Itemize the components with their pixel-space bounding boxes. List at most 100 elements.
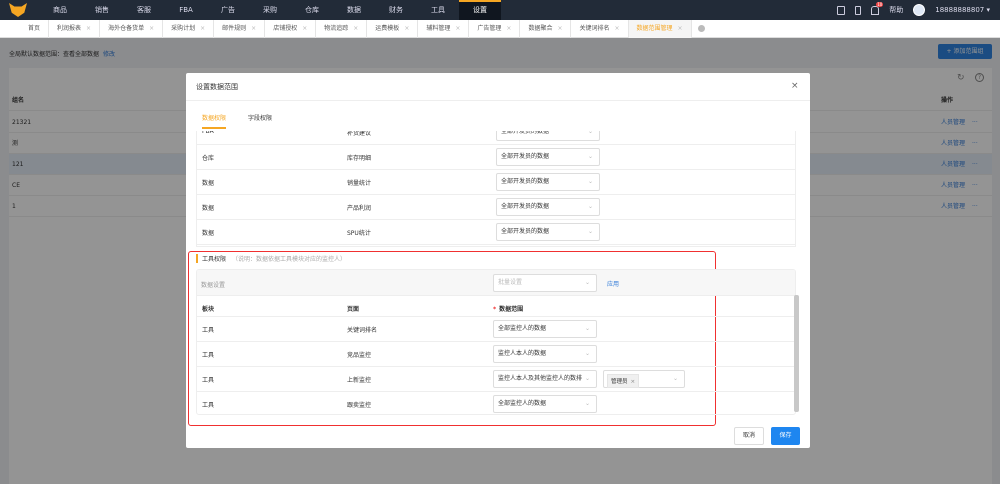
chevron-down-icon: ⌄: [584, 400, 590, 407]
close-tab-icon[interactable]: ×: [302, 20, 307, 38]
help-link[interactable]: 帮助: [889, 5, 903, 15]
nav-products[interactable]: 商品: [39, 0, 81, 20]
tab-item[interactable]: 辅料管理 ×: [418, 19, 470, 38]
monitor-select[interactable]: 管理员 × ⌄: [603, 370, 685, 388]
nav-data[interactable]: 数据: [333, 0, 375, 20]
tag-close-icon[interactable]: ×: [631, 379, 636, 385]
close-tab-icon[interactable]: ×: [251, 20, 256, 38]
nav-fba[interactable]: FBA: [165, 0, 207, 20]
nav-service[interactable]: 客服: [123, 0, 165, 20]
save-button[interactable]: 保存: [771, 427, 800, 445]
header-module: 板块: [202, 306, 215, 313]
scope-select[interactable]: 全部开发员的数据 ⌄: [496, 131, 600, 141]
chevron-down-icon: ⌄: [584, 325, 590, 332]
scrollbar[interactable]: [794, 295, 799, 412]
scope-select[interactable]: 全部开发员的数据 ⌄: [496, 173, 600, 191]
mobile-icon[interactable]: [855, 5, 862, 15]
header-scope: * 数据范围: [493, 306, 524, 313]
scope-select[interactable]: 全部开发员的数据 ⌄: [496, 198, 600, 216]
table-row: 工具 跟卖监控 全部监控人的数据 ⌄: [197, 392, 795, 414]
tab-item[interactable]: 邮件规则 ×: [214, 19, 266, 38]
nav-purchase[interactable]: 采购: [249, 0, 291, 20]
close-tab-icon[interactable]: ×: [557, 20, 562, 38]
bell-icon[interactable]: 10: [871, 1, 884, 15]
username: 18888888807: [935, 6, 985, 14]
scope-select[interactable]: 全部监控人的数据 ⌄: [493, 320, 597, 338]
tab-label: 海外仓备货单: [108, 24, 145, 32]
nav-settings[interactable]: 设置: [459, 0, 501, 20]
tab-item[interactable]: 利润报表 ×: [49, 19, 101, 38]
apply-button[interactable]: 应用: [607, 279, 619, 288]
tab-field-permission[interactable]: 字段权限: [248, 113, 272, 122]
tab-item[interactable]: 关键词排名 ×: [571, 19, 629, 38]
module-cell: 工具: [202, 402, 215, 409]
tools-section-title: 工具权限 （说明：数据依据工具模块对应的监控人）: [196, 254, 346, 263]
module-cell: 工具: [202, 377, 215, 384]
settings-gear-icon[interactable]: [697, 25, 705, 32]
scope-value: 全部开发员的数据: [501, 228, 550, 235]
tab-item[interactable]: 物流追踪 ×: [316, 19, 368, 38]
scope-select[interactable]: 全部开发员的数据 ⌄: [496, 148, 600, 166]
close-tab-icon[interactable]: ×: [200, 20, 205, 38]
tools-title: 工具权限: [202, 256, 227, 263]
nav-warehouse[interactable]: 仓库: [291, 0, 333, 20]
tab-label: 辅料管理: [426, 24, 451, 32]
scope-select[interactable]: 全部监控人的数据 ⌄: [493, 395, 597, 413]
table-row: 仓库 库存明细 全部开发员的数据 ⌄: [197, 145, 795, 170]
tab-item[interactable]: 广告管理 ×: [469, 19, 521, 38]
close-icon[interactable]: ×: [791, 81, 799, 91]
close-tab-icon[interactable]: ×: [404, 20, 409, 38]
chevron-down-icon: ⌄: [584, 350, 590, 357]
upper-permission-table: FBA 补货建议 全部开发员的数据 ⌄ 仓库 库存明细 全部开发员的数据 ⌄ 数据 销量统计 全部开…: [196, 131, 796, 247]
page-cell: 上新监控: [347, 377, 372, 384]
tab-item[interactable]: 采购计划 ×: [163, 19, 215, 38]
tab-item[interactable]: 数据范围管理 ×: [628, 19, 692, 38]
tab-item[interactable]: 运费模板 ×: [367, 19, 419, 38]
nav-finance[interactable]: 财务: [375, 0, 417, 20]
scope-value: 监控人本人及其他监控人的数排: [498, 375, 583, 382]
nav-ads[interactable]: 广告: [207, 0, 249, 20]
scope-select[interactable]: 监控人本人及其他监控人的数排 ⌄: [493, 370, 597, 388]
page-cell: 产品利润: [347, 205, 372, 212]
tab-label: 物流追踪: [324, 24, 349, 32]
page-cell: 库存明细: [347, 155, 372, 162]
close-tab-icon[interactable]: ×: [506, 20, 511, 38]
batch-label: 数据设置: [201, 282, 226, 289]
cancel-button[interactable]: 取消: [734, 427, 764, 445]
scope-value: 监控人本人的数据: [498, 350, 547, 357]
close-tab-icon[interactable]: ×: [678, 20, 683, 38]
scope-value: 全部开发员的数据: [501, 178, 550, 185]
module-cell: 数据: [202, 230, 215, 237]
close-tab-icon[interactable]: ×: [86, 20, 91, 38]
nav-sales[interactable]: 销售: [81, 0, 123, 20]
tab-item[interactable]: 首页: [20, 19, 50, 38]
avatar[interactable]: [913, 4, 926, 16]
tab-item[interactable]: 海外仓备货单 ×: [100, 19, 164, 38]
chevron-down-icon: ⌄: [587, 228, 593, 235]
page-cell: 关键词排名: [347, 327, 378, 334]
tab-item[interactable]: 店铺授权 ×: [265, 19, 317, 38]
user-menu[interactable]: 18888888807 ▾: [935, 6, 990, 14]
scope-select[interactable]: 全部开发员的数据 ⌄: [496, 223, 600, 241]
tabs-bar: 首页 利润报表 × 海外仓备货单 × 采购计划 × 邮件规则 × 店铺授权 × 物流追踪 × 运费模板 × 辅…: [0, 19, 1000, 38]
tab-data-permission[interactable]: 数据权限: [202, 113, 227, 129]
nav-tools[interactable]: 工具: [417, 0, 459, 20]
chevron-down-icon: ⌄: [587, 131, 593, 135]
scope-select[interactable]: 监控人本人的数据 ⌄: [493, 345, 597, 363]
tab-label: 店铺授权: [273, 24, 298, 32]
header-page: 页面: [347, 306, 360, 313]
scope-value: 全部开发员的数据: [501, 203, 550, 210]
close-tab-icon[interactable]: ×: [615, 20, 620, 38]
table-row: 工具 关键词排名 全部监控人的数据 ⌄: [197, 317, 795, 342]
top-nav: 商品 销售 客服 FBA 广告 采购 仓库 数据 财务 工具 设置 10 帮助 …: [0, 0, 1000, 20]
close-tab-icon[interactable]: ×: [353, 20, 358, 38]
close-tab-icon[interactable]: ×: [455, 20, 460, 38]
module-cell: 工具: [202, 352, 215, 359]
close-tab-icon[interactable]: ×: [149, 20, 154, 38]
tab-item[interactable]: 数据聚合 ×: [520, 19, 572, 38]
tab-label: 运费模板: [375, 24, 400, 32]
scope-value: 全部开发员的数据: [501, 131, 550, 135]
batch-select[interactable]: 批量设置 ⌄: [493, 274, 597, 292]
fox-logo-icon: [9, 3, 27, 17]
task-list-icon[interactable]: [837, 5, 846, 15]
